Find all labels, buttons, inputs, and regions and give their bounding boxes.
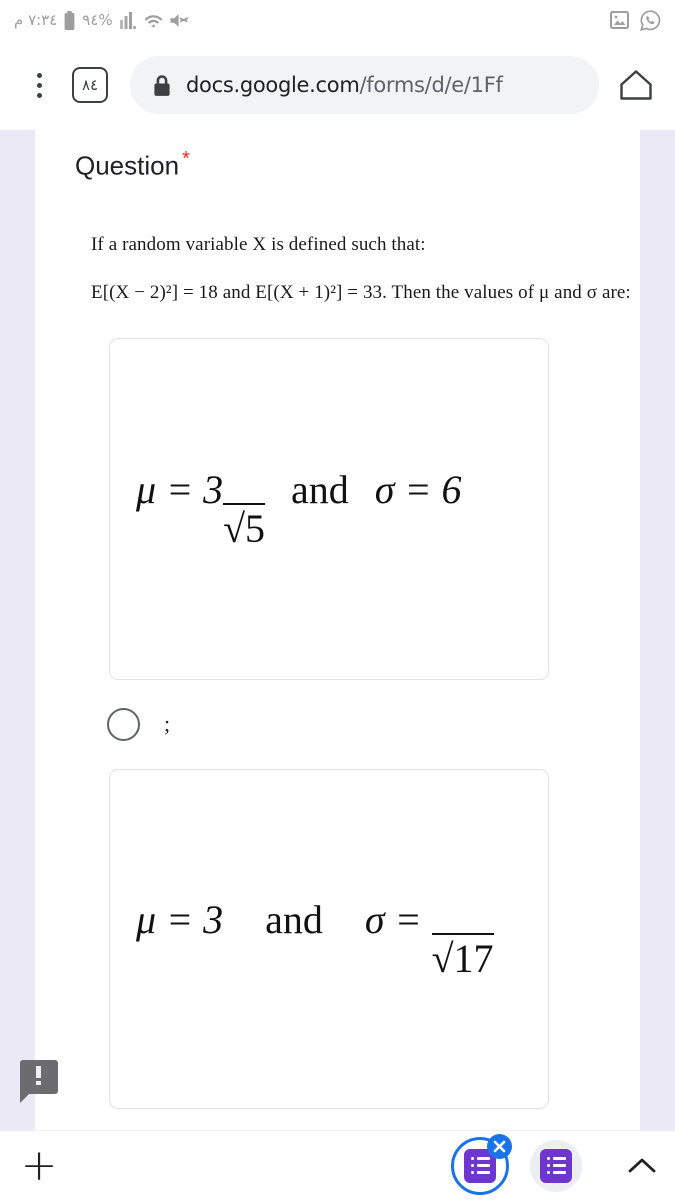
option-1-sqrt: √5 — [223, 502, 266, 552]
url-host: docs.google.com — [186, 73, 360, 97]
option-image-2[interactable]: μ = 3 and σ = √17 — [109, 768, 549, 1109]
close-icon[interactable] — [487, 1133, 512, 1159]
option-2-math: μ = 3 and σ = √17 — [136, 896, 494, 982]
option-2-radicand: 17 — [453, 935, 494, 981]
battery-percent: ٩٤% — [82, 11, 113, 29]
phone-screen: ٧:٣٤ م ٩٤% ٨٤ docs.google.com/forms/d/e/… — [0, 0, 675, 1200]
status-bar-left: ٧:٣٤ م ٩٤% — [14, 10, 189, 30]
image-icon — [610, 11, 629, 29]
browser-toolbar: ٨٤ docs.google.com/forms/d/e/1Ff — [0, 40, 675, 130]
status-time: ٧:٣٤ م — [14, 11, 58, 29]
wifi-icon — [144, 12, 163, 29]
question-prompt-line-2: E[(X − 2)²] = 18 and E[(X + 1)²] = 33. T… — [91, 281, 631, 303]
option-2-mu: μ = 3 — [136, 896, 224, 942]
mute-icon — [170, 12, 189, 29]
question-title-text: Question — [75, 150, 180, 181]
status-bar: ٧:٣٤ م ٩٤% — [0, 0, 675, 40]
option-1-sigma: σ = 6 — [374, 466, 462, 512]
three-dots-icon[interactable] — [18, 72, 60, 98]
question-body: If a random variable X is defined such t… — [91, 234, 640, 304]
page-viewport: Question * If a random variable X is defi… — [0, 130, 675, 1130]
battery-icon — [64, 10, 75, 30]
google-form-card: Question * If a random variable X is defi… — [35, 130, 640, 1130]
home-icon[interactable] — [615, 69, 657, 101]
option-2-sigma: σ = — [364, 896, 432, 942]
url-text: docs.google.com/forms/d/e/1Ff — [186, 73, 503, 97]
option-1-math: μ = 3 √5 and σ = 6 — [136, 466, 462, 552]
status-bar-notifications — [610, 9, 661, 31]
url-path: /forms/d/e/1Ff — [359, 73, 503, 97]
plus-icon[interactable]: + — [0, 1143, 78, 1188]
option-2-and: and — [265, 896, 323, 942]
option-image-1[interactable]: μ = 3 √5 and σ = 6 — [109, 337, 549, 680]
tab-item-secondary[interactable] — [525, 1135, 587, 1197]
option-radio-row[interactable]: ; — [107, 707, 640, 741]
tab-switcher-area — [449, 1133, 587, 1197]
option-1-and: and — [291, 466, 349, 512]
bottom-toolbar: + — [0, 1130, 675, 1200]
feedback-report-icon[interactable] — [20, 1060, 58, 1103]
option-1-radicand: 5 — [245, 505, 266, 551]
option-2-sqrt: √17 — [431, 932, 494, 982]
chevron-up-icon[interactable] — [609, 1156, 675, 1176]
url-bar[interactable]: docs.google.com/forms/d/e/1Ff — [130, 56, 599, 114]
option-1-mu: μ = 3 — [136, 466, 224, 512]
whatsapp-icon — [640, 9, 661, 31]
tab-counter-button[interactable]: ٨٤ — [72, 67, 108, 103]
exclamation-glyph — [36, 1066, 41, 1085]
radio-button-option-1[interactable] — [107, 707, 140, 741]
lock-icon — [152, 74, 172, 97]
question-prompt-line-1: If a random variable X is defined such t… — [91, 233, 426, 255]
tab-item-active[interactable] — [449, 1133, 512, 1197]
page-title: Question * — [75, 148, 640, 182]
tab-counter-label: ٨٤ — [81, 76, 99, 94]
radio-option-1-label: ; — [164, 711, 171, 737]
signal-icon — [119, 11, 137, 29]
required-asterisk: * — [182, 148, 190, 170]
google-forms-icon — [540, 1148, 572, 1183]
